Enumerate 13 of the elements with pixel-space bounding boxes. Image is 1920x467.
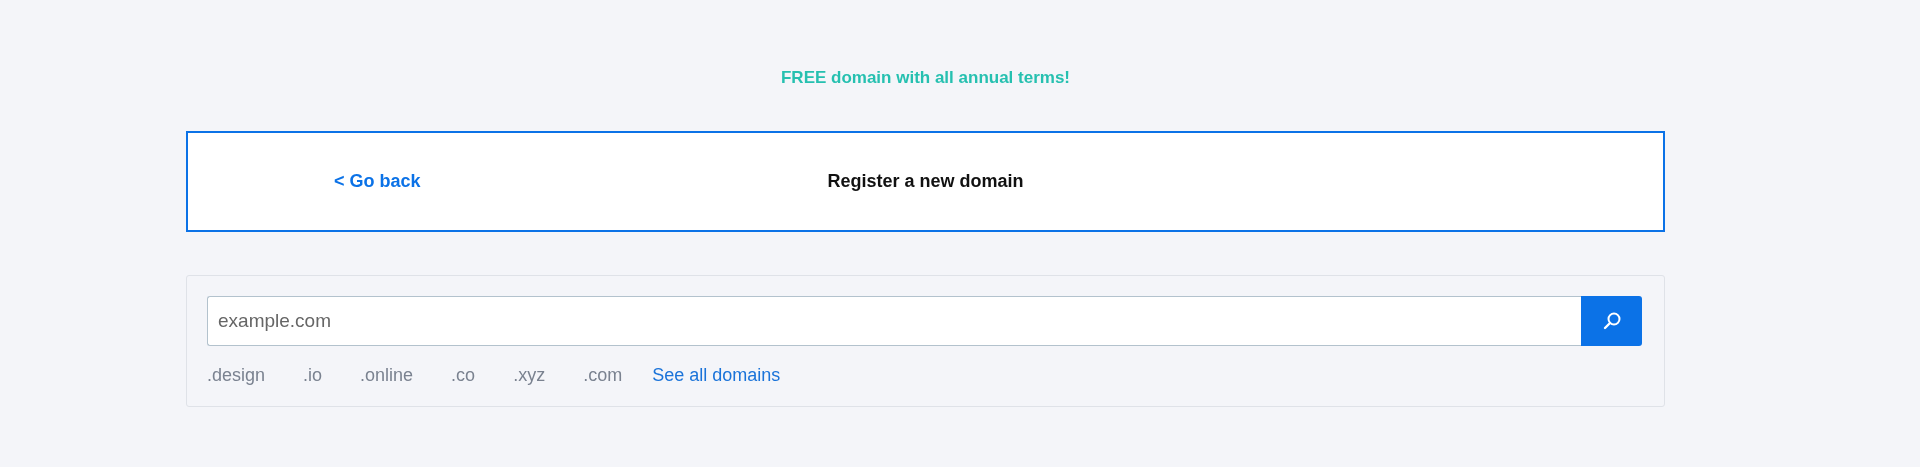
domain-extension-link[interactable]: .io [303,364,323,386]
promo-text: FREE domain with all annual terms! [779,67,1071,89]
domain-search-field[interactable]: example.com [207,296,1581,346]
search-icon [1601,311,1622,331]
go-back-link[interactable]: < Go back [334,171,421,192]
domain-extension-link[interactable]: .co [451,364,476,386]
domain-extension-link[interactable]: .design [207,364,266,386]
search-button[interactable] [1581,296,1642,346]
domain-extension-link[interactable]: .com [583,364,623,386]
page-title: Register a new domain [827,171,1024,192]
domain-extension-link[interactable]: .online [360,364,414,386]
see-all-domains-link[interactable]: See all domains [652,364,781,386]
domain-extension-link[interactable]: .xyz [513,364,546,386]
